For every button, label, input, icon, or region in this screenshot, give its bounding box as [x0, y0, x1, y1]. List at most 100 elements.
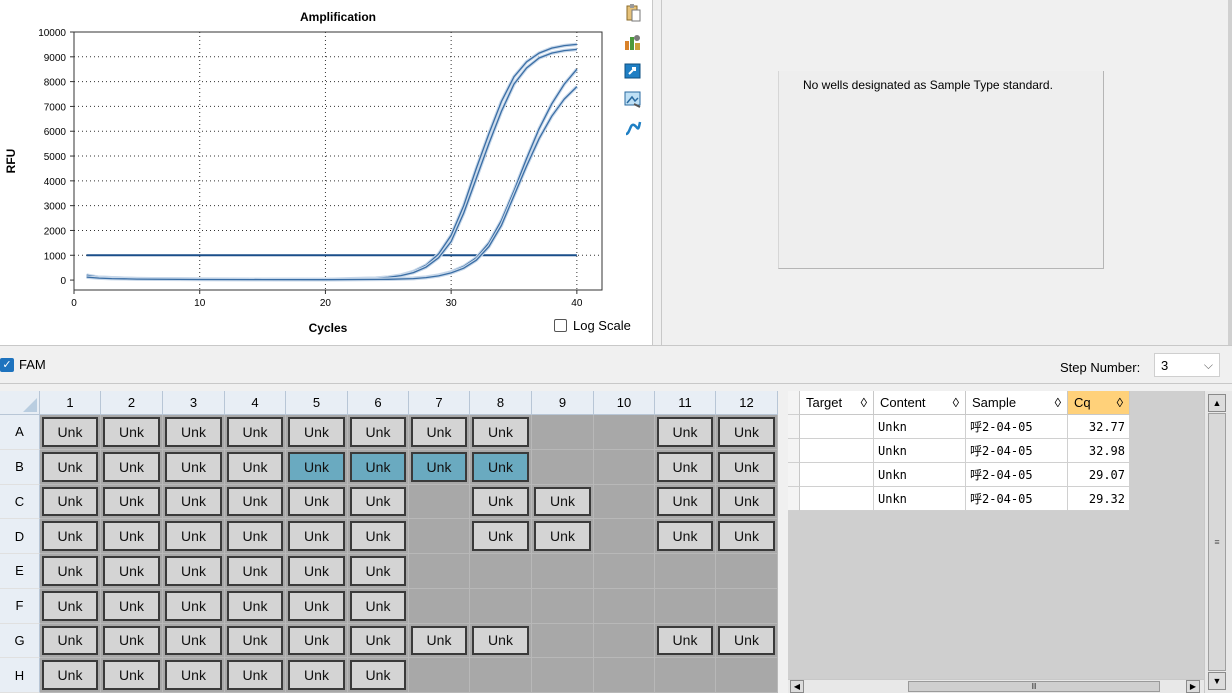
well[interactable]: [716, 658, 778, 693]
well[interactable]: Unk: [163, 484, 225, 520]
well[interactable]: Unk: [101, 588, 163, 624]
well[interactable]: Unk: [348, 588, 409, 624]
table-cell[interactable]: 29.32: [1068, 487, 1130, 511]
sort-icon[interactable]: ◊: [861, 395, 867, 410]
well[interactable]: Unk: [655, 484, 716, 520]
well[interactable]: Unk: [655, 519, 716, 554]
table-cell[interactable]: 呼2-04-05: [966, 439, 1068, 463]
sort-icon[interactable]: ◊: [953, 395, 959, 410]
clipboard-icon[interactable]: [624, 4, 642, 22]
well[interactable]: Unk: [348, 519, 409, 554]
row-header[interactable]: F: [0, 588, 40, 624]
table-cell[interactable]: Unkn: [874, 439, 966, 463]
column-header[interactable]: 3: [163, 391, 225, 415]
well[interactable]: [532, 588, 594, 624]
step-number-select[interactable]: 3 ⌵: [1154, 353, 1220, 377]
row-header[interactable]: H: [0, 658, 40, 693]
well[interactable]: Unk: [409, 415, 470, 450]
well[interactable]: Unk: [532, 519, 594, 554]
well[interactable]: Unk: [163, 415, 225, 450]
horizontal-scrollbar[interactable]: ◀ Ⅲ ▶: [788, 679, 1204, 693]
scroll-down-icon[interactable]: ▼: [1208, 672, 1226, 690]
well[interactable]: Unk: [163, 449, 225, 485]
column-header[interactable]: 5: [286, 391, 348, 415]
well[interactable]: Unk: [225, 519, 286, 554]
row-selector[interactable]: [788, 415, 800, 439]
well[interactable]: Unk: [101, 519, 163, 554]
well[interactable]: Unk: [286, 484, 348, 520]
well[interactable]: [594, 415, 655, 450]
vertical-splitter-2[interactable]: [778, 391, 788, 693]
well[interactable]: Unk: [470, 623, 532, 659]
well[interactable]: Unk: [532, 484, 594, 520]
row-header[interactable]: D: [0, 519, 40, 554]
well[interactable]: Unk: [225, 658, 286, 693]
well[interactable]: Unk: [163, 623, 225, 659]
well[interactable]: [532, 623, 594, 659]
well[interactable]: [409, 484, 470, 520]
column-header[interactable]: 8: [470, 391, 532, 415]
select-all-corner[interactable]: [0, 391, 40, 415]
well[interactable]: Unk: [348, 554, 409, 589]
well[interactable]: [532, 658, 594, 693]
table-cell[interactable]: 呼2-04-05: [966, 487, 1068, 511]
well[interactable]: Unk: [225, 588, 286, 624]
well[interactable]: Unk: [716, 484, 778, 520]
well[interactable]: Unk: [40, 484, 101, 520]
column-header-target[interactable]: Target ◊: [800, 391, 874, 415]
well[interactable]: [470, 554, 532, 589]
well[interactable]: Unk: [163, 658, 225, 693]
well[interactable]: Unk: [470, 449, 532, 485]
horizontal-scroll-thumb[interactable]: Ⅲ: [908, 681, 1160, 692]
well[interactable]: Unk: [40, 554, 101, 589]
well[interactable]: [470, 588, 532, 624]
curve-style-icon[interactable]: [624, 119, 642, 137]
well[interactable]: [716, 554, 778, 589]
row-header[interactable]: C: [0, 484, 40, 520]
well[interactable]: [532, 449, 594, 485]
well[interactable]: [470, 658, 532, 693]
table-cell[interactable]: 29.07: [1068, 463, 1130, 487]
table-cell[interactable]: 呼2-04-05: [966, 463, 1068, 487]
well[interactable]: Unk: [470, 415, 532, 450]
column-header-cq[interactable]: Cq ◊: [1068, 391, 1130, 415]
well[interactable]: [655, 554, 716, 589]
well[interactable]: [594, 623, 655, 659]
table-cell[interactable]: Unkn: [874, 463, 966, 487]
well[interactable]: [409, 658, 470, 693]
well[interactable]: Unk: [409, 449, 470, 485]
column-header[interactable]: 4: [225, 391, 286, 415]
well[interactable]: Unk: [655, 415, 716, 450]
table-cell[interactable]: [800, 487, 874, 511]
well[interactable]: [532, 554, 594, 589]
column-header[interactable]: 1: [40, 391, 101, 415]
table-corner[interactable]: [788, 391, 800, 415]
well[interactable]: Unk: [655, 449, 716, 485]
well[interactable]: Unk: [225, 623, 286, 659]
well[interactable]: Unk: [286, 519, 348, 554]
well[interactable]: Unk: [40, 449, 101, 485]
well[interactable]: Unk: [348, 658, 409, 693]
well[interactable]: Unk: [40, 658, 101, 693]
well[interactable]: Unk: [101, 449, 163, 485]
well[interactable]: Unk: [225, 484, 286, 520]
well[interactable]: Unk: [716, 623, 778, 659]
well[interactable]: Unk: [40, 519, 101, 554]
well[interactable]: Unk: [101, 554, 163, 589]
well[interactable]: [409, 554, 470, 589]
well[interactable]: Unk: [101, 415, 163, 450]
right-edge-scrollbar[interactable]: [1228, 0, 1232, 345]
image-icon[interactable]: [624, 90, 642, 108]
column-header[interactable]: 7: [409, 391, 470, 415]
vertical-splitter[interactable]: [652, 0, 662, 347]
well[interactable]: Unk: [225, 415, 286, 450]
table-cell[interactable]: [800, 415, 874, 439]
well[interactable]: Unk: [225, 449, 286, 485]
well[interactable]: Unk: [409, 623, 470, 659]
well[interactable]: [594, 484, 655, 520]
well[interactable]: Unk: [163, 588, 225, 624]
well[interactable]: Unk: [348, 623, 409, 659]
column-header[interactable]: 11: [655, 391, 716, 415]
well[interactable]: Unk: [286, 554, 348, 589]
chart-settings-icon[interactable]: [624, 33, 642, 51]
